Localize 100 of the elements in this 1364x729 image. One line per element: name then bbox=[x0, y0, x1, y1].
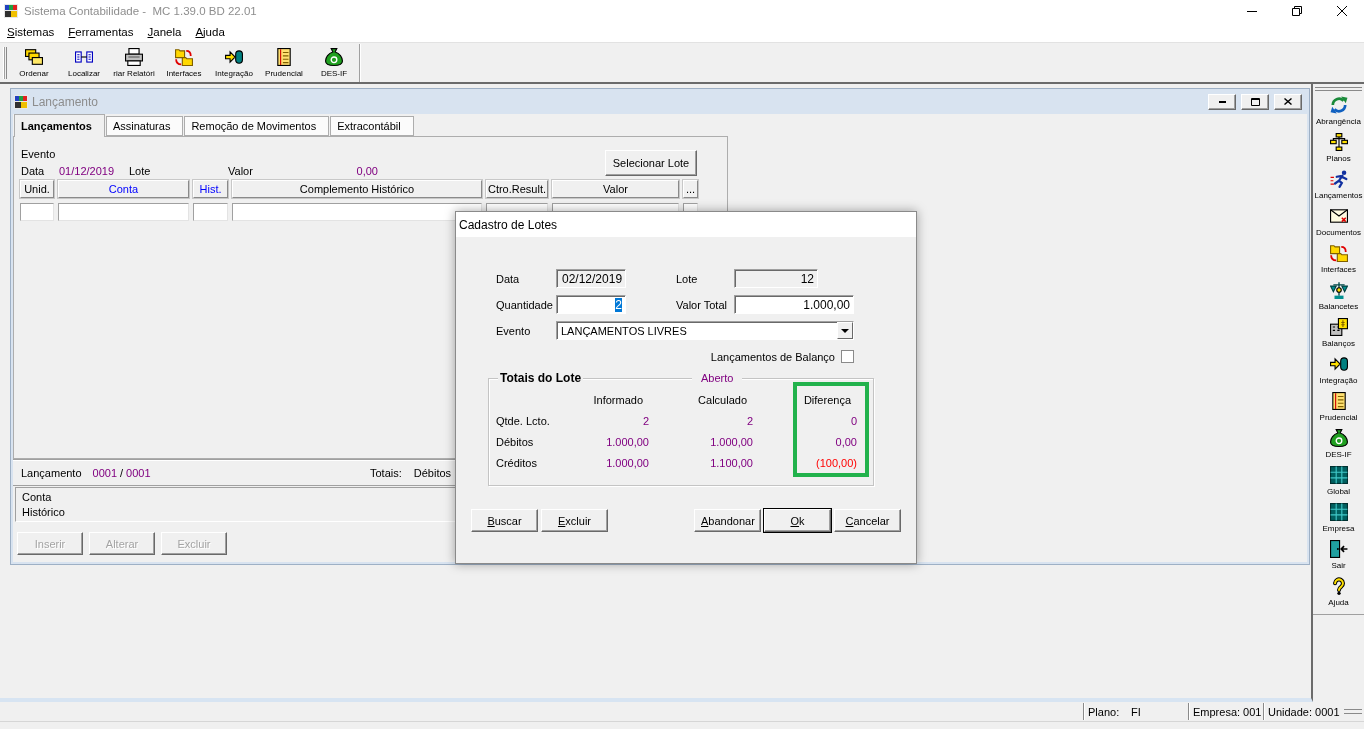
input-field[interactable] bbox=[58, 203, 189, 221]
notebook-icon bbox=[1329, 392, 1348, 410]
column-header[interactable]: ... bbox=[683, 180, 698, 198]
field-label: Débitos bbox=[413, 466, 452, 479]
input-field[interactable] bbox=[193, 203, 228, 221]
status-label: Plano: bbox=[1088, 705, 1121, 718]
status-value: FI bbox=[1131, 705, 1141, 718]
dialog-button[interactable]: Excluir bbox=[541, 509, 608, 532]
input-field[interactable]: 02/12/2019 bbox=[556, 269, 626, 288]
org-chart-icon bbox=[1329, 133, 1348, 151]
dropdown-field[interactable]: LANÇAMENTOS LIVRES bbox=[556, 321, 854, 340]
sidebar-button[interactable]: Integração bbox=[1313, 352, 1364, 389]
maximize-button[interactable] bbox=[1241, 93, 1269, 110]
column-header: Calculado bbox=[698, 393, 748, 406]
field-label: Quantidade bbox=[496, 298, 554, 311]
dialog-button[interactable]: Abandonar bbox=[694, 509, 761, 532]
grip-icon[interactable] bbox=[1344, 709, 1362, 714]
toolbar-button[interactable]: Ordenar bbox=[9, 44, 59, 81]
checkbox[interactable] bbox=[841, 350, 854, 363]
field-label: Data bbox=[496, 272, 521, 285]
dialog-button[interactable]: Cancelar bbox=[834, 509, 901, 532]
sidebar-button[interactable]: Lançamentos bbox=[1313, 167, 1364, 204]
status-label: Aberto bbox=[692, 371, 743, 385]
restore-icon bbox=[1291, 6, 1302, 16]
table-cell: (100,00) bbox=[816, 456, 857, 469]
separator-text: / bbox=[120, 466, 124, 479]
column-header[interactable]: Unid. bbox=[20, 180, 54, 198]
dropdown-button[interactable] bbox=[837, 322, 853, 339]
sidebar-button[interactable]: Ajuda bbox=[1313, 574, 1364, 611]
app-icon bbox=[4, 4, 18, 18]
scale-icon bbox=[1329, 281, 1348, 299]
grid-icon bbox=[1329, 466, 1348, 484]
sidebar-button[interactable]: Sair bbox=[1313, 537, 1364, 574]
sidebar-button[interactable]: Abrangência bbox=[1313, 93, 1364, 130]
input-field[interactable]: 1.000,00 bbox=[734, 295, 854, 314]
exit-door-icon bbox=[1329, 540, 1348, 558]
menu-item[interactable]: Ferramentas bbox=[61, 22, 141, 42]
field-label: Totais: bbox=[370, 466, 402, 479]
building-icon bbox=[1329, 318, 1348, 336]
field-value: 01/12/2019 bbox=[59, 164, 116, 177]
tab[interactable]: Remoção de Movimentos bbox=[184, 116, 330, 136]
grip-icon[interactable] bbox=[3, 46, 7, 79]
input-field[interactable]: 12 bbox=[734, 269, 818, 288]
sidebar-button[interactable]: Prudencial bbox=[1313, 389, 1364, 426]
close-icon bbox=[1284, 98, 1292, 105]
table-cell: 1.100,00 bbox=[710, 456, 753, 469]
input-field[interactable] bbox=[232, 203, 482, 221]
row-label: Débitos bbox=[496, 435, 534, 448]
sidebar-button[interactable]: Global bbox=[1313, 463, 1364, 500]
toolbar-button[interactable]: DES-IF bbox=[309, 44, 359, 81]
select-batch-button[interactable]: Selecionar Lote bbox=[605, 150, 697, 176]
toolbar-button[interactable]: Localizar bbox=[59, 44, 109, 81]
money-bag-icon bbox=[325, 47, 343, 66]
minimize-button[interactable] bbox=[1208, 93, 1236, 110]
minimize-icon bbox=[1246, 10, 1257, 12]
sidebar-button[interactable]: Interfaces bbox=[1313, 241, 1364, 278]
column-header[interactable]: Valor bbox=[552, 180, 679, 198]
group-title: Totais do Lote bbox=[498, 371, 584, 385]
menu-item[interactable]: Janela bbox=[140, 22, 189, 42]
tab[interactable]: Extracontábil bbox=[330, 116, 414, 136]
sidebar-button[interactable]: Documentos bbox=[1313, 204, 1364, 241]
tab[interactable]: Assinaturas bbox=[105, 116, 184, 136]
stacked-cards-icon bbox=[25, 47, 43, 66]
input-field[interactable]: 2 bbox=[556, 295, 626, 314]
field-label: Lançamento bbox=[21, 466, 82, 479]
field-label: Data bbox=[21, 164, 46, 177]
field-value: 0,00 bbox=[356, 164, 378, 177]
table-cell: 2 bbox=[746, 414, 753, 427]
tab[interactable]: Lançamentos bbox=[14, 114, 105, 137]
column-header[interactable]: Complemento Histórico bbox=[232, 180, 482, 198]
menu-item[interactable]: Sistemas bbox=[0, 22, 62, 42]
sidebar-button[interactable]: Planos bbox=[1313, 130, 1364, 167]
menu-item[interactable]: Ajuda bbox=[188, 22, 232, 42]
column-header[interactable]: Ctro.Result. bbox=[486, 180, 548, 198]
money-bag-icon bbox=[1329, 429, 1348, 447]
sidebar-button[interactable]: Balancetes bbox=[1313, 278, 1364, 315]
field-label: Valor Total bbox=[676, 298, 728, 311]
grip-icon[interactable] bbox=[1315, 87, 1362, 91]
row-label: Créditos bbox=[496, 456, 537, 469]
dialog-button[interactable]: Buscar bbox=[471, 509, 538, 532]
table-cell: 0,00 bbox=[835, 435, 857, 448]
toolbar-button[interactable]: Prudencial bbox=[259, 44, 309, 81]
minimize-icon bbox=[1218, 100, 1226, 103]
column-header: Diferença bbox=[803, 393, 852, 406]
dialog-button[interactable]: Ok bbox=[764, 509, 831, 532]
close-icon bbox=[1336, 6, 1347, 16]
close-button[interactable] bbox=[1274, 93, 1302, 110]
toolbar-button[interactable]: Integração bbox=[209, 44, 259, 81]
toolbar-button[interactable]: Interfaces bbox=[159, 44, 209, 81]
field-label: Evento bbox=[21, 147, 56, 160]
column-header[interactable]: Hist. bbox=[193, 180, 228, 198]
column-header[interactable]: Conta bbox=[58, 180, 189, 198]
input-field[interactable] bbox=[20, 203, 54, 221]
sidebar-button[interactable]: DES-IF bbox=[1313, 426, 1364, 463]
info-label: Conta bbox=[22, 490, 52, 505]
sidebar-button[interactable]: Empresa bbox=[1313, 500, 1364, 537]
info-label: Histórico bbox=[22, 505, 65, 520]
sidebar-button[interactable]: Balanços bbox=[1313, 315, 1364, 352]
toolbar-button[interactable]: riar Relatóri bbox=[109, 44, 159, 81]
grid-icon bbox=[1329, 503, 1348, 521]
